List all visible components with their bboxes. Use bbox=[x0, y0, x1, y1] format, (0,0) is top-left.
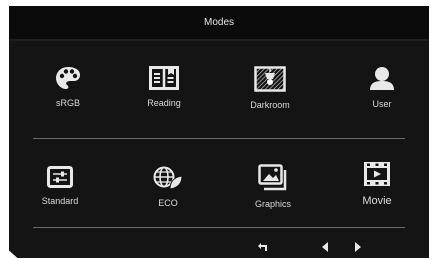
arrow-right-icon[interactable] bbox=[353, 240, 363, 254]
mode-user[interactable]: User bbox=[342, 66, 422, 109]
mode-eco[interactable]: ECO bbox=[128, 166, 208, 208]
images-icon bbox=[233, 164, 313, 196]
row-divider bbox=[33, 138, 405, 139]
film-play-icon bbox=[337, 161, 417, 192]
mode-label-reading: Reading bbox=[147, 98, 181, 108]
mode-label-user: User bbox=[372, 99, 392, 109]
bottom-divider bbox=[33, 227, 405, 228]
eco-globe-leaf-icon bbox=[128, 166, 208, 195]
mode-graphics[interactable]: Graphics bbox=[233, 164, 313, 209]
mode-reading[interactable]: Reading bbox=[124, 66, 204, 108]
palette-icon bbox=[28, 66, 108, 95]
menu-title: Modes bbox=[9, 6, 429, 39]
mode-label-standard: Standard bbox=[41, 196, 79, 206]
mode-label-darkroom: Darkroom bbox=[250, 100, 290, 110]
mode-label-graphics: Graphics bbox=[254, 199, 291, 209]
user-icon bbox=[342, 66, 422, 96]
arrow-left-icon[interactable] bbox=[320, 240, 330, 254]
mode-label-movie: Movie bbox=[362, 195, 392, 207]
mode-movie[interactable]: Movie bbox=[337, 161, 417, 207]
title-bar-shadow bbox=[9, 39, 429, 41]
sliders-icon bbox=[20, 166, 100, 193]
mode-standard[interactable]: Standard bbox=[20, 166, 100, 206]
return-icon[interactable] bbox=[257, 240, 269, 254]
book-icon bbox=[124, 66, 204, 95]
mode-darkroom[interactable]: Darkroom bbox=[230, 66, 310, 110]
osd-menu-panel: Modes sRGB Reading Darkroom User Standar… bbox=[9, 6, 429, 258]
mode-label-eco: ECO bbox=[158, 198, 178, 208]
mode-srgb[interactable]: sRGB bbox=[28, 66, 108, 108]
mode-label-srgb: sRGB bbox=[55, 98, 80, 108]
darkroom-lamp-icon bbox=[230, 66, 310, 97]
